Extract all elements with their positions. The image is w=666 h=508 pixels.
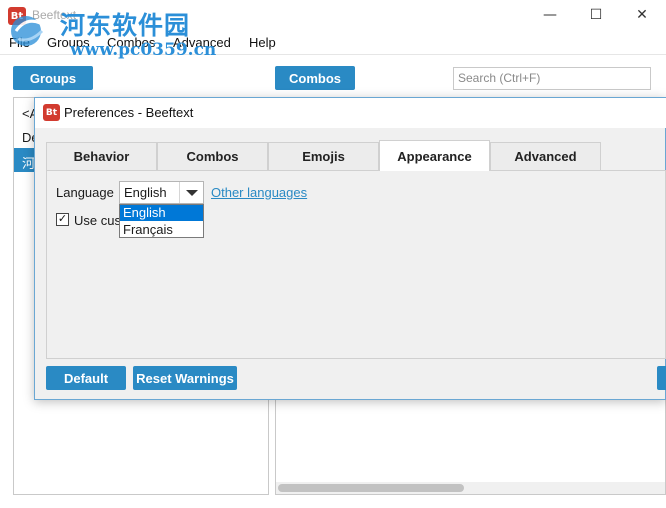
watermark-logo-icon	[11, 16, 44, 46]
tab-combos[interactable]: Combos	[157, 142, 268, 170]
use-custom-label: Use cus	[74, 213, 121, 228]
scrollbar-thumb[interactable]	[278, 484, 464, 492]
watermark-text: 河东软件园	[60, 11, 191, 40]
tab-advanced[interactable]: Advanced	[490, 142, 601, 170]
close-icon[interactable]: ✕	[619, 0, 665, 30]
default-button[interactable]: Default	[46, 366, 126, 390]
reset-warnings-button[interactable]: Reset Warnings	[133, 366, 237, 390]
dialog-app-icon: Bt	[43, 104, 60, 121]
watermark-url: www.pc0359.cn	[70, 40, 217, 60]
chevron-down-icon	[186, 190, 198, 196]
search-input[interactable]: Search (Ctrl+F)	[453, 67, 651, 90]
minimize-icon[interactable]: —	[527, 0, 573, 30]
tab-emojis[interactable]: Emojis	[268, 142, 379, 170]
tab-behavior[interactable]: Behavior	[46, 142, 157, 170]
dialog-title: Preferences - Beeftext	[64, 105, 194, 120]
groups-button[interactable]: Groups	[13, 66, 93, 90]
tab-appearance[interactable]: Appearance	[379, 140, 490, 171]
ok-button[interactable]	[657, 366, 666, 390]
language-label: Language	[56, 185, 114, 200]
maximize-icon[interactable]: ☐	[573, 0, 619, 30]
use-custom-checkbox[interactable]: ✓	[56, 213, 69, 226]
language-option-french[interactable]: Français	[120, 222, 203, 238]
combos-button[interactable]: Combos	[275, 66, 355, 90]
language-select-value: English	[124, 185, 167, 200]
menu-help[interactable]: Help	[249, 35, 276, 50]
language-dropdown-list: English Français	[119, 204, 204, 238]
language-option-english[interactable]: English	[120, 205, 203, 221]
other-languages-link[interactable]: Other languages	[211, 185, 307, 200]
